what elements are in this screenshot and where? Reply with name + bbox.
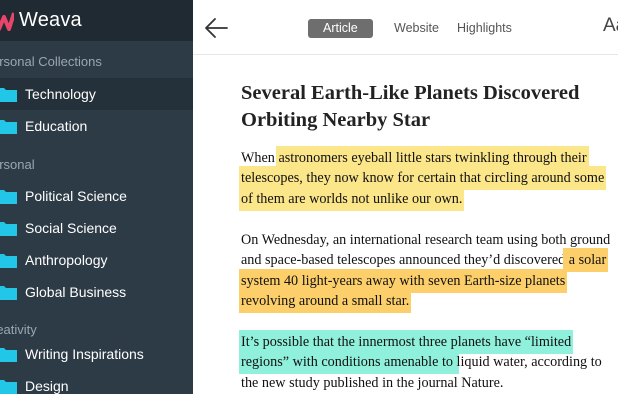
folder-icon bbox=[0, 254, 17, 268]
sidebar-item-education[interactable]: Education bbox=[0, 110, 193, 142]
paragraph-text: On Wednesday, an international research … bbox=[241, 232, 611, 269]
app-name: Weava bbox=[19, 9, 82, 31]
sidebar-item-design[interactable]: Design bbox=[0, 370, 193, 394]
tab-article[interactable]: Article bbox=[308, 19, 373, 38]
tab-website[interactable]: Website bbox=[394, 19, 439, 38]
reader-toolbar: Article Website Highlights Aa bbox=[193, 0, 618, 55]
sidebar-item-social-science[interactable]: Social Science bbox=[0, 212, 193, 244]
font-size-button[interactable]: Aa bbox=[603, 15, 618, 37]
section-personal-collections: ersonal Collections bbox=[0, 54, 102, 69]
sidebar-item-label: Global Business bbox=[25, 284, 127, 300]
tab-highlights[interactable]: Highlights bbox=[457, 19, 512, 38]
sidebar: Weava ersonal Collections Technology Edu… bbox=[0, 0, 193, 394]
article-paragraph: It’s possible that the innermost three p… bbox=[241, 332, 611, 393]
sidebar-item-label: Political Science bbox=[25, 188, 127, 204]
sidebar-item-global-business[interactable]: Global Business bbox=[0, 276, 193, 308]
folder-icon bbox=[0, 88, 17, 102]
sidebar-item-writing-inspirations[interactable]: Writing Inspirations bbox=[0, 338, 193, 370]
sidebar-item-political-science[interactable]: Political Science bbox=[0, 180, 193, 212]
article-body: Several Earth-Like Planets Discovered Or… bbox=[241, 80, 611, 391]
reader-pane: Article Website Highlights Aa Several Ea… bbox=[193, 0, 618, 394]
arrow-left-icon[interactable] bbox=[203, 15, 229, 41]
sidebar-item-label: Design bbox=[25, 378, 69, 394]
sidebar-item-label: Education bbox=[25, 118, 88, 134]
sidebar-item-label: Technology bbox=[25, 86, 96, 102]
folder-icon bbox=[0, 190, 17, 204]
folder-icon bbox=[0, 348, 17, 362]
weava-logo-icon bbox=[0, 12, 14, 31]
paragraph-text: When bbox=[241, 150, 279, 166]
folder-icon bbox=[0, 120, 17, 134]
sidebar-item-label: Writing Inspirations bbox=[25, 346, 144, 362]
section-creativity: reativity bbox=[0, 322, 37, 337]
folder-icon bbox=[0, 380, 17, 394]
section-personal: ersonal bbox=[0, 157, 35, 172]
sidebar-item-label: Social Science bbox=[25, 220, 117, 236]
sidebar-item-technology[interactable]: Technology bbox=[0, 78, 193, 110]
brand-header: Weava bbox=[0, 0, 193, 41]
sidebar-item-anthropology[interactable]: Anthropology bbox=[0, 244, 193, 276]
article-paragraph: When astronomers eyeball little stars tw… bbox=[241, 148, 611, 209]
sidebar-item-label: Anthropology bbox=[25, 252, 108, 268]
folder-icon bbox=[0, 222, 17, 236]
article-paragraph: On Wednesday, an international research … bbox=[241, 230, 611, 312]
highlight-yellow[interactable]: astronomers eyeball little stars twinkli… bbox=[241, 148, 605, 209]
folder-icon bbox=[0, 286, 17, 300]
article-title: Several Earth-Like Planets Discovered Or… bbox=[241, 82, 580, 131]
